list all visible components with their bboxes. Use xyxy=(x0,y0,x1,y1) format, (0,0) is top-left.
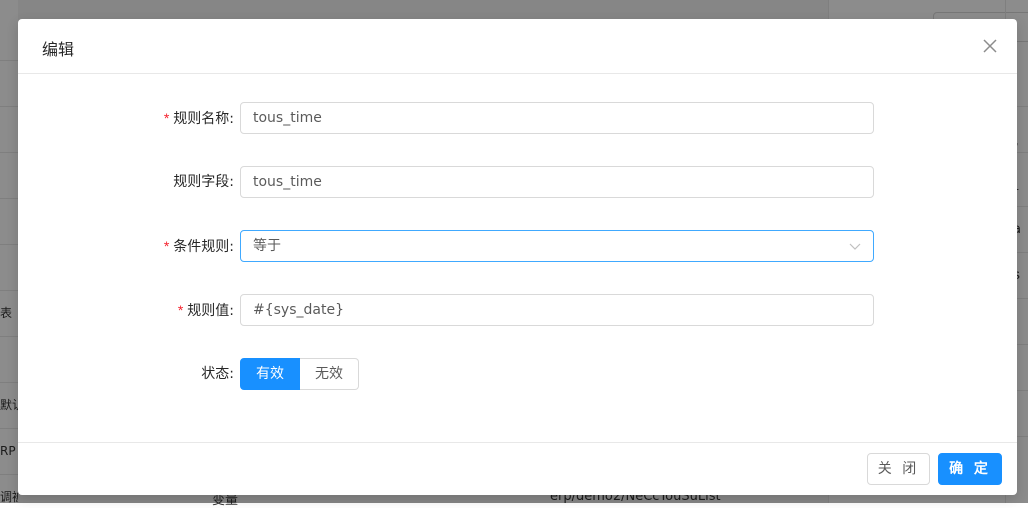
required-marker: * xyxy=(163,238,170,254)
ok-button[interactable]: 确 定 xyxy=(938,453,1002,485)
form-row-rule-value: * 规则值: xyxy=(18,294,1017,326)
status-option-invalid[interactable]: 无效 xyxy=(300,358,359,390)
close-icon[interactable] xyxy=(977,33,1003,59)
condition-select-value: 等于 xyxy=(253,238,281,254)
required-marker: * xyxy=(177,302,184,318)
form-row-rule-name: * 规则名称: xyxy=(18,102,1017,134)
rule-field-input[interactable] xyxy=(240,166,874,198)
chevron-down-icon xyxy=(849,243,861,250)
edit-modal: 编辑 *规则名称: 规则字段: *条件规则: 等于 *规则值: xyxy=(18,19,1017,495)
status-label: 状态: xyxy=(201,358,234,390)
modal-footer: 关 闭 确 定 xyxy=(18,442,1017,496)
rule-field-label-text: 规则字段: xyxy=(173,174,234,190)
rule-value-label-text: 规则值: xyxy=(187,303,234,319)
status-option-valid[interactable]: 有效 xyxy=(240,358,300,390)
condition-select[interactable]: 等于 xyxy=(240,230,874,262)
status-radio-group: 有效 无效 xyxy=(240,358,359,390)
rule-value-label: * 规则值: xyxy=(178,294,234,326)
rule-field-label: 规则字段: xyxy=(173,166,234,198)
form-row-rule-field: 规则字段: xyxy=(18,166,1017,198)
form-row-condition: * 条件规则: 等于 xyxy=(18,230,1017,262)
rule-value-input[interactable] xyxy=(240,294,874,326)
condition-label-text: 条件规则: xyxy=(173,239,234,255)
rule-name-input[interactable] xyxy=(240,102,874,134)
status-label-text: 状态: xyxy=(201,366,234,382)
rule-name-label: * 规则名称: xyxy=(164,102,234,134)
modal-header: 编辑 xyxy=(18,19,1017,74)
close-button[interactable]: 关 闭 xyxy=(867,453,930,485)
form-row-status: 状态: 有效 无效 xyxy=(18,358,1017,390)
modal-title: 编辑 xyxy=(42,40,75,59)
condition-label: * 条件规则: xyxy=(164,230,234,262)
rule-name-label-text: 规则名称: xyxy=(173,111,234,127)
required-marker: * xyxy=(163,110,170,126)
